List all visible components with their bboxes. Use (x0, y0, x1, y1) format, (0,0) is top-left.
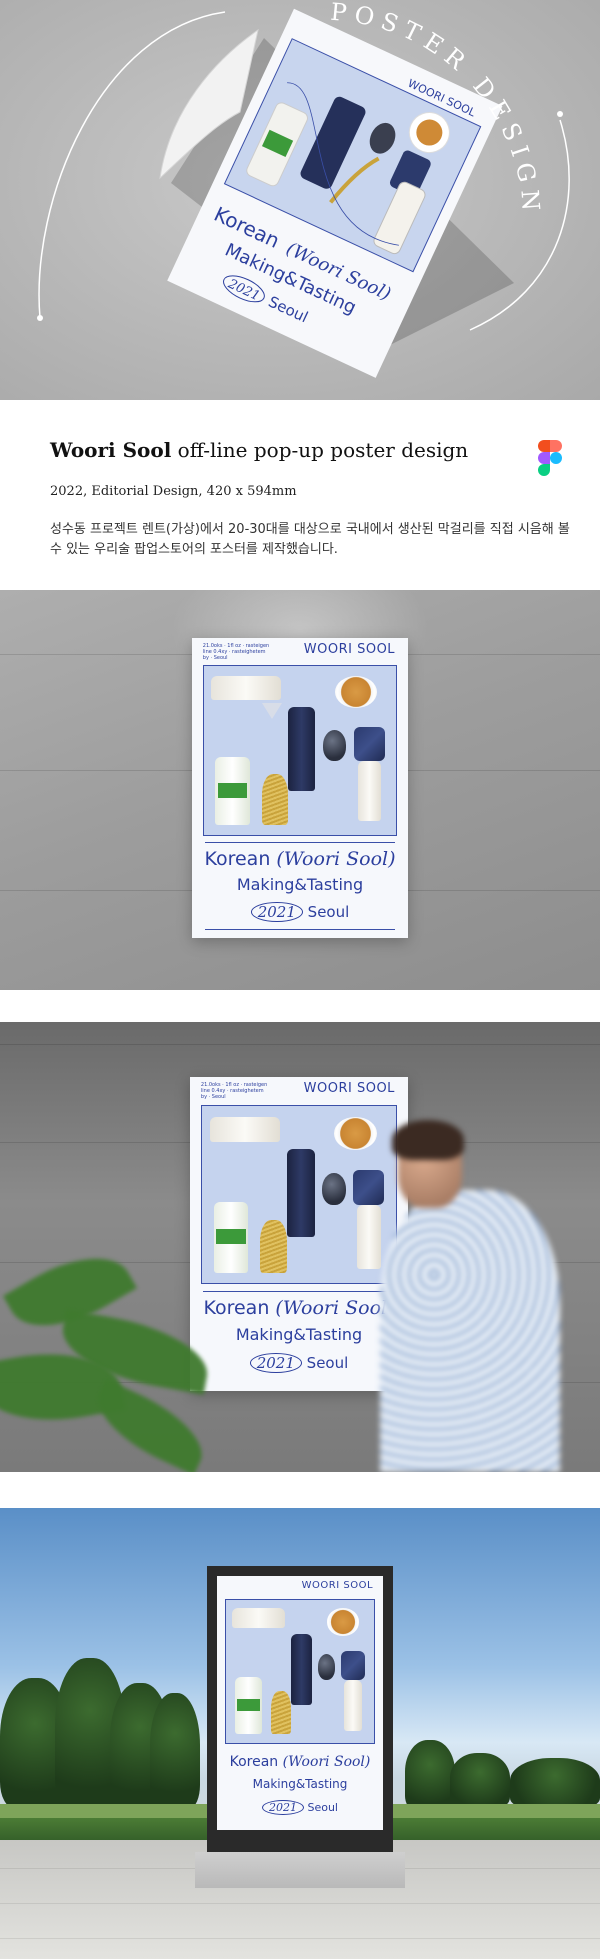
project-meta: 2022, Editorial Design, 420 x 594mm (50, 484, 297, 499)
poster-board (202, 665, 398, 836)
pancake-plate (333, 1116, 377, 1151)
pancake-plate (326, 1608, 359, 1636)
poster-title-line2: Making&Tasting (235, 1325, 363, 1345)
poster-year: 2021 (249, 1353, 302, 1374)
makgeolli-bottle (235, 1676, 262, 1735)
project-title-rest: off-line pop-up poster design (171, 438, 469, 462)
bottle-lying (211, 676, 281, 700)
decor-dot-left (37, 315, 43, 321)
spacer (0, 1472, 600, 1508)
ceramic-jar (322, 1173, 346, 1206)
tree (510, 1758, 600, 1808)
poster-title-woori-sool: (Woori Sool) (282, 1753, 371, 1770)
poster-mockup-3: WOORI SOOL Korean (Woori Sool) Making&Ta… (217, 1576, 383, 1830)
dark-bottle (288, 706, 316, 792)
wrapped-bottle (341, 1651, 365, 1680)
poster-year: 2021 (261, 1799, 304, 1815)
poster-title-korean: Korean (229, 1753, 279, 1770)
poster-title-line1: Korean (Woori Sool) (190, 1297, 408, 1319)
wall-seam (0, 1044, 600, 1045)
hero-section: WOORI SOOL Korean (Woori Sool) Making&Ta… (0, 0, 600, 400)
poster-rule (204, 929, 396, 930)
poster-board (200, 1105, 398, 1285)
makgeolli-bottle (215, 757, 250, 825)
ceramic-jar (323, 730, 347, 761)
poster-note: 21.0oks · 1fl oz · rasteigen line 0.4xy … (202, 642, 270, 661)
rice-stalk (261, 774, 289, 825)
poster-title-line2: Making&Tasting (252, 1776, 348, 1791)
person-body (380, 1190, 560, 1472)
poster-brand: WOORI SOOL (301, 1579, 374, 1591)
mockup-wall: 21.0oks · 1fl oz · rasteigen line 0.4xy … (0, 590, 600, 990)
poster-rule (203, 1290, 395, 1292)
poster-city: Seoul (307, 903, 350, 921)
billboard-base (195, 1852, 405, 1888)
poster-city: Seoul (307, 1800, 338, 1814)
dark-bottle (287, 1148, 315, 1238)
poster-title-line1: Korean (Woori Sool) (217, 1754, 383, 1770)
poster-brand: WOORI SOOL (303, 1081, 395, 1097)
wrapped-bottle (353, 726, 385, 761)
pancake-plate (334, 676, 377, 709)
makgeolli-bottle (213, 1201, 249, 1273)
poster-mockup-2: 21.0oks · 1fl oz · rasteigen line 0.4xy … (190, 1077, 408, 1391)
rice-stalk (260, 1219, 288, 1273)
white-bottle (344, 1679, 362, 1732)
bottle-lying (209, 1116, 280, 1142)
project-description: 성수동 프로젝트 렌트(가상)에서 20-30대를 대상으로 국내에서 생산된 … (50, 522, 570, 557)
tree (150, 1693, 200, 1808)
poster-year: 2021 (250, 902, 303, 922)
project-title: Woori Sool off-line pop-up poster design (50, 438, 468, 462)
person-hair (392, 1120, 464, 1160)
bottle-lying (232, 1608, 286, 1629)
pavement-line (0, 1903, 600, 1904)
ceramic-jar (317, 1654, 336, 1680)
dark-bottle (291, 1634, 312, 1706)
poster-title-line1: Korean (Woori Sool) (192, 848, 408, 870)
poster-city: Seoul (306, 1354, 349, 1373)
decor-dot-right (557, 111, 563, 117)
funnel (261, 703, 282, 720)
wrapped-bottle (353, 1169, 385, 1206)
poster-mockup-1: 21.0oks · 1fl oz · rasteigen line 0.4xy … (192, 638, 408, 938)
poster-brand: WOORI SOOL (303, 642, 396, 658)
poster-title-line3: 2021 Seoul (192, 902, 408, 922)
poster-title-line3: 2021 Seoul (190, 1353, 408, 1374)
poster-rule (204, 842, 396, 843)
project-title-bold: Woori Sool (50, 438, 172, 462)
pavement-line (0, 1938, 600, 1939)
info-section: Woori Sool off-line pop-up poster design… (0, 400, 600, 590)
poster-title-woori-sool: (Woori Sool) (275, 1296, 395, 1319)
white-bottle (357, 760, 381, 822)
spacer (0, 990, 600, 1022)
white-bottle (357, 1205, 381, 1270)
poster-note: 21.0oks · 1fl oz · rasteigen line 0.4xy … (200, 1082, 268, 1101)
tree (405, 1740, 455, 1810)
poster-board (225, 1598, 375, 1744)
rice-stalk (270, 1691, 292, 1735)
poster-title-line2: Making&Tasting (236, 875, 364, 894)
poster-title-korean: Korean (204, 848, 271, 870)
tree (450, 1753, 510, 1808)
figma-icon (538, 440, 562, 476)
poster-title-korean: Korean (203, 1296, 270, 1319)
poster-title-woori-sool: (Woori Sool) (276, 848, 396, 870)
poster-title-line3: 2021 Seoul (217, 1799, 383, 1815)
billboard-frame: WOORI SOOL Korean (Woori Sool) Making&Ta… (207, 1566, 393, 1852)
hero-illustration: WOORI SOOL Korean (Woori Sool) Making&Ta… (37, 0, 570, 378)
